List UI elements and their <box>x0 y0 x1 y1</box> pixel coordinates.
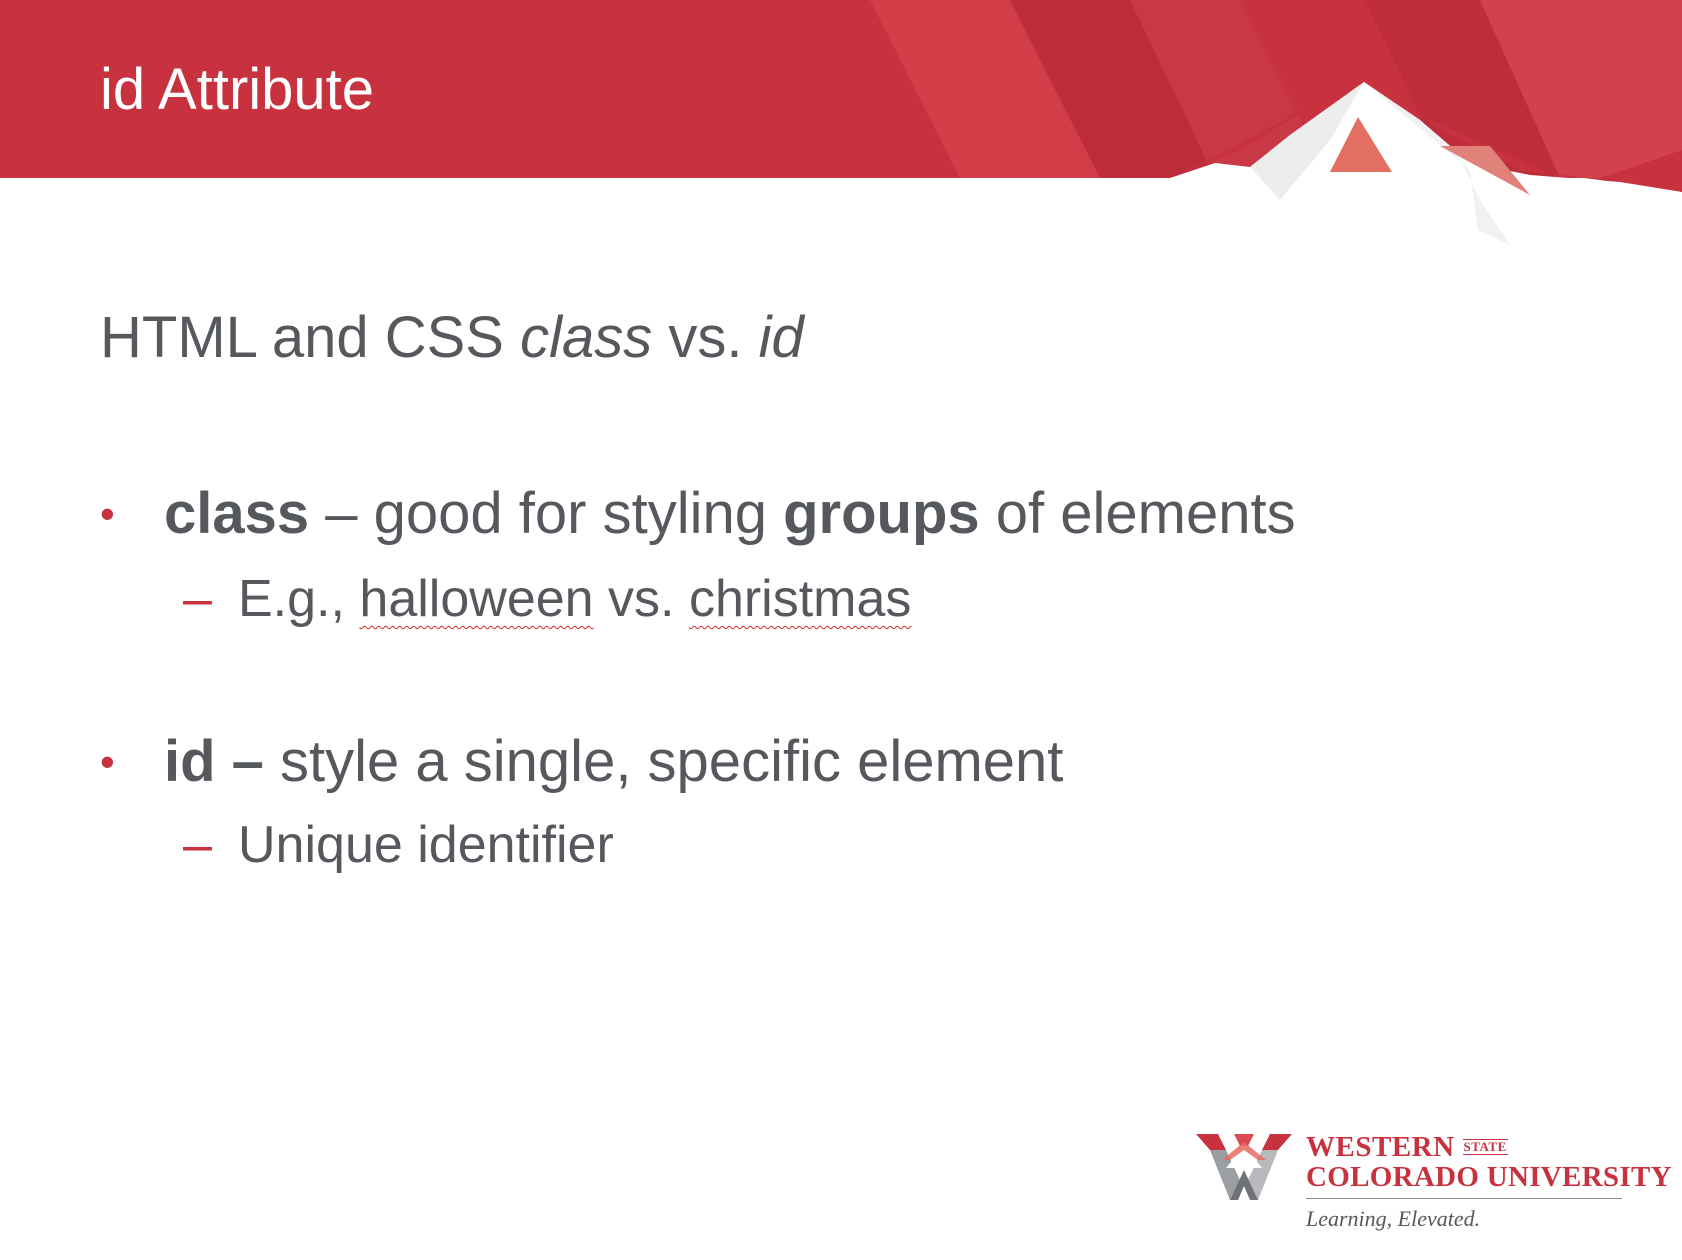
spellcheck-word-christmas: christmas <box>688 570 912 628</box>
logo-line-2: Colorado University <box>1306 1161 1672 1193</box>
sub-bullet-marker: – <box>183 816 212 874</box>
sub-bullet-prefix: E.g., <box>238 570 360 628</box>
logo-tagline: Learning, Elevated. <box>1306 1206 1481 1231</box>
bullet-marker: • <box>100 738 115 785</box>
sub-bullet-text: Unique identifier <box>238 816 614 874</box>
sub-bullet-middle: vs. <box>593 570 689 628</box>
sub-bullet-text: E.g., halloween vs. christmas <box>238 567 911 631</box>
logo-divider <box>1306 1198 1622 1199</box>
bullet-term: id – <box>164 729 264 794</box>
sub-bullet-marker: – <box>183 570 212 628</box>
logo-western: Western <box>1306 1131 1455 1163</box>
university-logo: Western STATE Colorado University Learnin… <box>1196 1128 1672 1240</box>
bullet-text-b: of elements <box>979 481 1296 546</box>
bullet-list: • class – good for styling groups of ele… <box>0 0 1682 1260</box>
w-mountain-logo-icon <box>1196 1134 1292 1200</box>
bullet-text: class – good for styling groups of eleme… <box>164 478 1296 550</box>
bullet-term: class <box>164 481 310 546</box>
bullet-text: id – style a single, specific element <box>164 726 1063 798</box>
spellcheck-word-halloween: halloween <box>359 570 594 628</box>
bullet-marker: • <box>100 490 115 537</box>
bullet-text-a: style a single, specific element <box>263 729 1064 794</box>
logo-line-1: Western STATE <box>1306 1132 1508 1162</box>
bullet-emphasis: groups <box>783 481 980 546</box>
slide: id Attribute HTML and CSS class vs. id •… <box>0 0 1682 1260</box>
bullet-text-a: – good for styling <box>309 481 784 546</box>
logo-state: STATE <box>1462 1139 1508 1155</box>
